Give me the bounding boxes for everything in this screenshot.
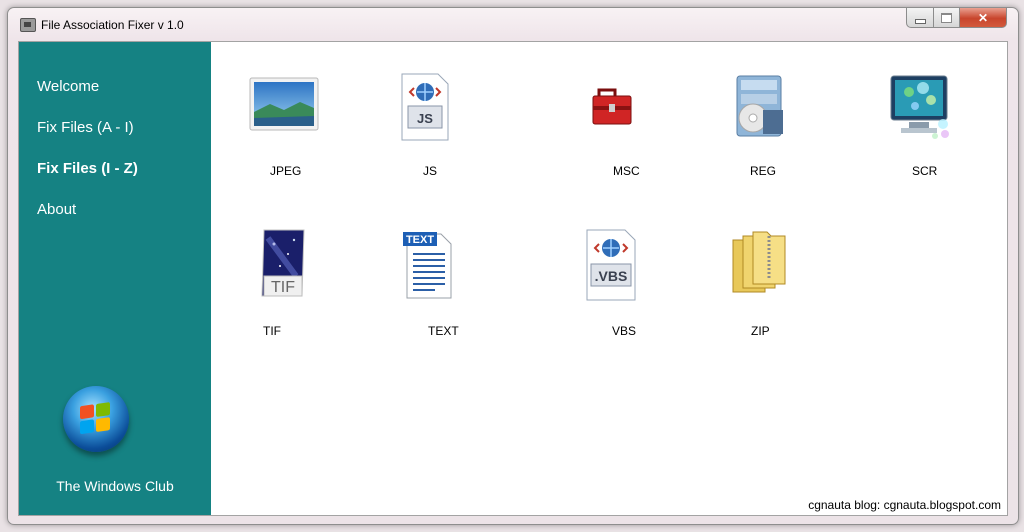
file-item-js[interactable]: JS JS — [359, 66, 489, 186]
sidebar-item-welcome[interactable]: Welcome — [37, 78, 99, 95]
file-label-jpeg: JPEG — [270, 164, 302, 178]
brand-label: The Windows Club — [56, 478, 174, 494]
jpeg-file-icon — [249, 77, 319, 131]
svg-text:JS: JS — [417, 111, 433, 126]
file-item-tif[interactable]: TIF TIF — [219, 226, 349, 346]
file-item-vbs[interactable]: .VBS VBS — [546, 226, 676, 346]
tif-file-icon: TIF — [261, 229, 305, 297]
file-label-reg: REG — [750, 164, 777, 178]
zip-folder-icon — [732, 231, 786, 293]
file-item-msc[interactable]: MSC — [546, 66, 676, 186]
screensaver-icon — [890, 75, 949, 139]
app-icon[interactable] — [20, 18, 36, 32]
file-item-text[interactable]: TEXT TEXT — [364, 226, 494, 346]
svg-text:.VBS: .VBS — [595, 268, 628, 284]
file-label-vbs: VBS — [612, 324, 637, 338]
file-item-zip[interactable]: ZIP — [694, 226, 824, 346]
file-label-scr: SCR — [912, 164, 938, 178]
msc-toolbox-icon — [592, 88, 632, 125]
footer-credit: cgnauta blog: cgnauta.blogspot.com — [808, 498, 1001, 512]
sidebar-item-about[interactable]: About — [37, 201, 76, 218]
svg-text:TIF: TIF — [271, 279, 295, 296]
window-controls: ✕ — [906, 8, 1007, 29]
file-item-reg[interactable]: REG — [694, 66, 824, 186]
maximize-button[interactable] — [934, 8, 960, 28]
svg-text:TEXT: TEXT — [406, 234, 434, 246]
file-label-js: JS — [423, 164, 438, 178]
text-file-icon: TEXT — [403, 232, 452, 299]
file-label-zip: ZIP — [751, 324, 770, 338]
file-item-scr[interactable]: SCR — [854, 66, 984, 186]
app-window: File Association Fixer v 1.0 ✕ Welcome F… — [7, 7, 1019, 525]
js-file-icon: JS — [401, 73, 449, 141]
close-button[interactable]: ✕ — [960, 8, 1007, 28]
minimize-icon — [914, 18, 926, 24]
file-label-tif: TIF — [263, 324, 281, 338]
maximize-icon — [941, 12, 952, 23]
window-title: File Association Fixer v 1.0 — [41, 18, 184, 32]
sidebar-item-fix-files-a-i[interactable]: Fix Files (A - I) — [37, 119, 134, 136]
sidebar: Welcome Fix Files (A - I) Fix Files (I -… — [19, 42, 211, 515]
close-icon: ✕ — [977, 10, 989, 25]
title-bar[interactable]: File Association Fixer v 1.0 ✕ — [8, 8, 1018, 40]
windows-logo-icon — [63, 386, 129, 452]
file-label-text: TEXT — [428, 324, 459, 338]
vbs-file-icon: .VBS — [586, 229, 636, 301]
file-label-msc: MSC — [613, 164, 640, 178]
sidebar-item-fix-files-i-z[interactable]: Fix Files (I - Z) — [37, 160, 138, 177]
file-item-jpeg[interactable]: JPEG — [219, 66, 349, 186]
registry-icon — [736, 75, 783, 137]
minimize-button[interactable] — [906, 8, 934, 28]
client-area: Welcome Fix Files (A - I) Fix Files (I -… — [18, 41, 1008, 516]
